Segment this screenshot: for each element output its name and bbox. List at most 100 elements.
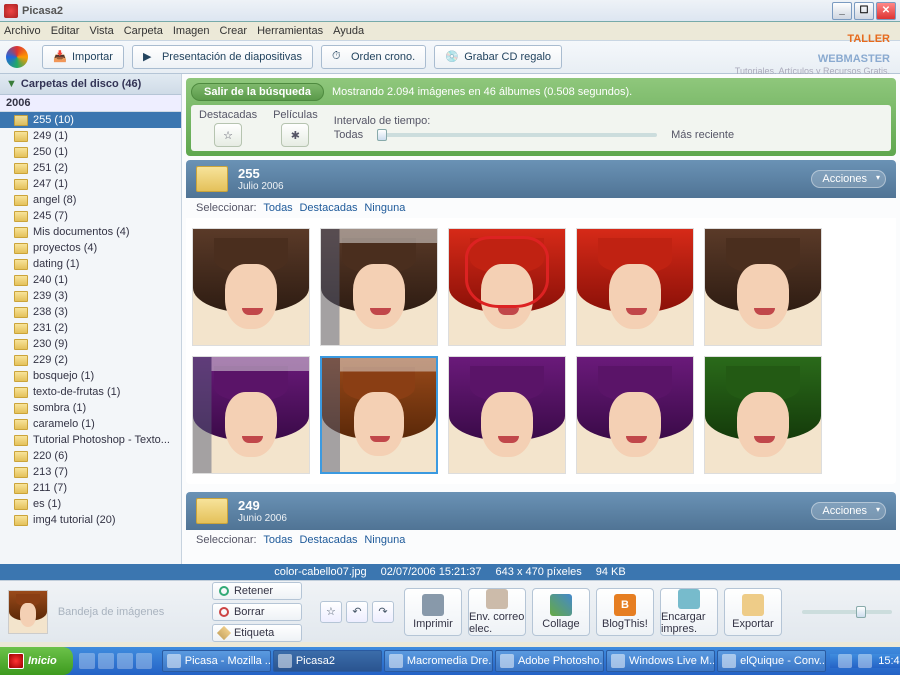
close-button[interactable]: ✕ — [876, 2, 896, 20]
clear-button[interactable]: Borrar — [212, 603, 302, 621]
ql-icon[interactable] — [117, 653, 133, 669]
image-thumbnail[interactable] — [704, 228, 822, 346]
ql-icon[interactable] — [98, 653, 114, 669]
image-thumbnail[interactable] — [320, 356, 438, 474]
sidebar-folder-item[interactable]: bosquejo (1) — [0, 368, 181, 384]
label-button[interactable]: Etiqueta — [212, 624, 302, 642]
sidebar-folder-item[interactable]: 231 (2) — [0, 320, 181, 336]
sidebar-folder-item[interactable]: 239 (3) — [0, 288, 181, 304]
sidebar-folder-item[interactable]: caramelo (1) — [0, 416, 181, 432]
sidebar-folder-item[interactable]: sombra (1) — [0, 400, 181, 416]
sidebar-folder-item[interactable]: Tutorial Photoshop - Texto... — [0, 432, 181, 448]
order-button[interactable]: Encargar impres. — [660, 588, 718, 636]
select-none-link[interactable]: Ninguna — [364, 202, 405, 214]
taskbar-task[interactable]: Adobe Photosho... — [495, 650, 604, 672]
movies-filter-button[interactable]: ✱ — [281, 123, 309, 147]
sidebar-folder-item[interactable]: 251 (2) — [0, 160, 181, 176]
collage-button[interactable]: Collage — [532, 588, 590, 636]
sidebar-folder-item[interactable]: dating (1) — [0, 256, 181, 272]
menu-archivo[interactable]: Archivo — [4, 25, 41, 37]
ql-icon[interactable] — [79, 653, 95, 669]
sidebar-folder-item[interactable]: 213 (7) — [0, 464, 181, 480]
sidebar-folder-item[interactable]: 255 (10) — [0, 112, 181, 128]
taskbar-task[interactable]: Picasa - Mozilla ... — [162, 650, 271, 672]
album-actions-dropdown[interactable]: Acciones — [811, 170, 886, 188]
export-button[interactable]: Exportar — [724, 588, 782, 636]
minimize-button[interactable]: _ — [832, 2, 852, 20]
sidebar-folder-item[interactable]: angel (8) — [0, 192, 181, 208]
sidebar-folder-item[interactable]: es (1) — [0, 496, 181, 512]
image-thumbnail[interactable] — [320, 228, 438, 346]
select-featured-link[interactable]: Destacadas — [299, 534, 357, 546]
image-thumbnail[interactable] — [704, 356, 822, 474]
sidebar-folder-item[interactable]: texto-de-frutas (1) — [0, 384, 181, 400]
slider-handle[interactable] — [377, 129, 387, 141]
time-slider[interactable] — [377, 133, 657, 137]
sidebar-folder-item[interactable]: proyectos (4) — [0, 240, 181, 256]
taskbar-task[interactable]: Windows Live M... — [606, 650, 715, 672]
ql-icon[interactable] — [136, 653, 152, 669]
select-all-link[interactable]: Todas — [263, 534, 292, 546]
menu-crear[interactable]: Crear — [220, 25, 248, 37]
zoom-handle[interactable] — [856, 606, 866, 618]
sidebar-folder-item[interactable]: Mis documentos (4) — [0, 224, 181, 240]
menu-carpeta[interactable]: Carpeta — [124, 25, 163, 37]
folder-list[interactable]: 255 (10)249 (1)250 (1)251 (2)247 (1)ange… — [0, 112, 181, 564]
exit-search-button[interactable]: Salir de la búsqueda — [191, 83, 324, 101]
sidebar-year[interactable]: 2006 — [0, 95, 181, 112]
sidebar-folder-item[interactable]: 220 (6) — [0, 448, 181, 464]
rotate-right-button[interactable]: ↷ — [372, 601, 394, 623]
sidebar-folder-item[interactable]: 249 (1) — [0, 128, 181, 144]
hold-button[interactable]: Retener — [212, 582, 302, 600]
email-button[interactable]: Env. correo elec. — [468, 588, 526, 636]
select-featured-link[interactable]: Destacadas — [299, 202, 357, 214]
star-button[interactable]: ☆ — [320, 601, 342, 623]
quicklaunch — [73, 653, 158, 669]
select-none-link[interactable]: Ninguna — [364, 534, 405, 546]
task-label: Picasa2 — [296, 655, 335, 667]
menu-ayuda[interactable]: Ayuda — [333, 25, 364, 37]
print-button[interactable]: Imprimir — [404, 588, 462, 636]
task-icon — [278, 654, 292, 668]
gift-cd-button[interactable]: 💿Grabar CD regalo — [434, 45, 562, 69]
image-thumbnail[interactable] — [192, 228, 310, 346]
image-thumbnail[interactable] — [448, 228, 566, 346]
sidebar-folder-item[interactable]: img4 tutorial (20) — [0, 512, 181, 528]
folder-icon — [14, 275, 28, 286]
menu-editar[interactable]: Editar — [51, 25, 80, 37]
rotate-left-button[interactable]: ↶ — [346, 601, 368, 623]
zoom-slider[interactable] — [802, 610, 892, 614]
tray-thumbnail[interactable] — [8, 590, 48, 634]
blog-button[interactable]: BBlogThis! — [596, 588, 654, 636]
sidebar-folder-item[interactable]: 250 (1) — [0, 144, 181, 160]
timeline-label: Orden crono. — [351, 51, 415, 63]
sidebar-folder-item[interactable]: 247 (1) — [0, 176, 181, 192]
slideshow-button[interactable]: ▶Presentación de diapositivas — [132, 45, 313, 69]
image-thumbnail[interactable] — [192, 356, 310, 474]
taskbar-task[interactable]: Macromedia Dre... — [384, 650, 493, 672]
import-button[interactable]: 📥Importar — [42, 45, 124, 69]
sidebar-folder-item[interactable]: 245 (7) — [0, 208, 181, 224]
sidebar-folder-item[interactable]: 230 (9) — [0, 336, 181, 352]
image-thumbnail[interactable] — [576, 228, 694, 346]
menu-vista[interactable]: Vista — [89, 25, 113, 37]
tray-icon[interactable] — [838, 654, 852, 668]
select-all-link[interactable]: Todas — [263, 202, 292, 214]
menu-herramientas[interactable]: Herramientas — [257, 25, 323, 37]
album-actions-dropdown[interactable]: Acciones — [811, 502, 886, 520]
timeline-button[interactable]: ⏱Orden crono. — [321, 45, 426, 69]
sidebar-folder-item[interactable]: 240 (1) — [0, 272, 181, 288]
sidebar-header[interactable]: ▼Carpetas del disco (46) — [0, 74, 181, 95]
taskbar-task[interactable]: Picasa2 — [273, 650, 382, 672]
sidebar-folder-item[interactable]: 229 (2) — [0, 352, 181, 368]
image-thumbnail[interactable] — [448, 356, 566, 474]
featured-filter-button[interactable]: ☆ — [214, 123, 242, 147]
menu-imagen[interactable]: Imagen — [173, 25, 210, 37]
maximize-button[interactable]: ☐ — [854, 2, 874, 20]
start-button[interactable]: Inicio — [0, 647, 73, 675]
tray-icon[interactable] — [858, 654, 872, 668]
sidebar-folder-item[interactable]: 211 (7) — [0, 480, 181, 496]
taskbar-task[interactable]: elQuique - Conv... — [717, 650, 826, 672]
sidebar-folder-item[interactable]: 238 (3) — [0, 304, 181, 320]
image-thumbnail[interactable] — [576, 356, 694, 474]
